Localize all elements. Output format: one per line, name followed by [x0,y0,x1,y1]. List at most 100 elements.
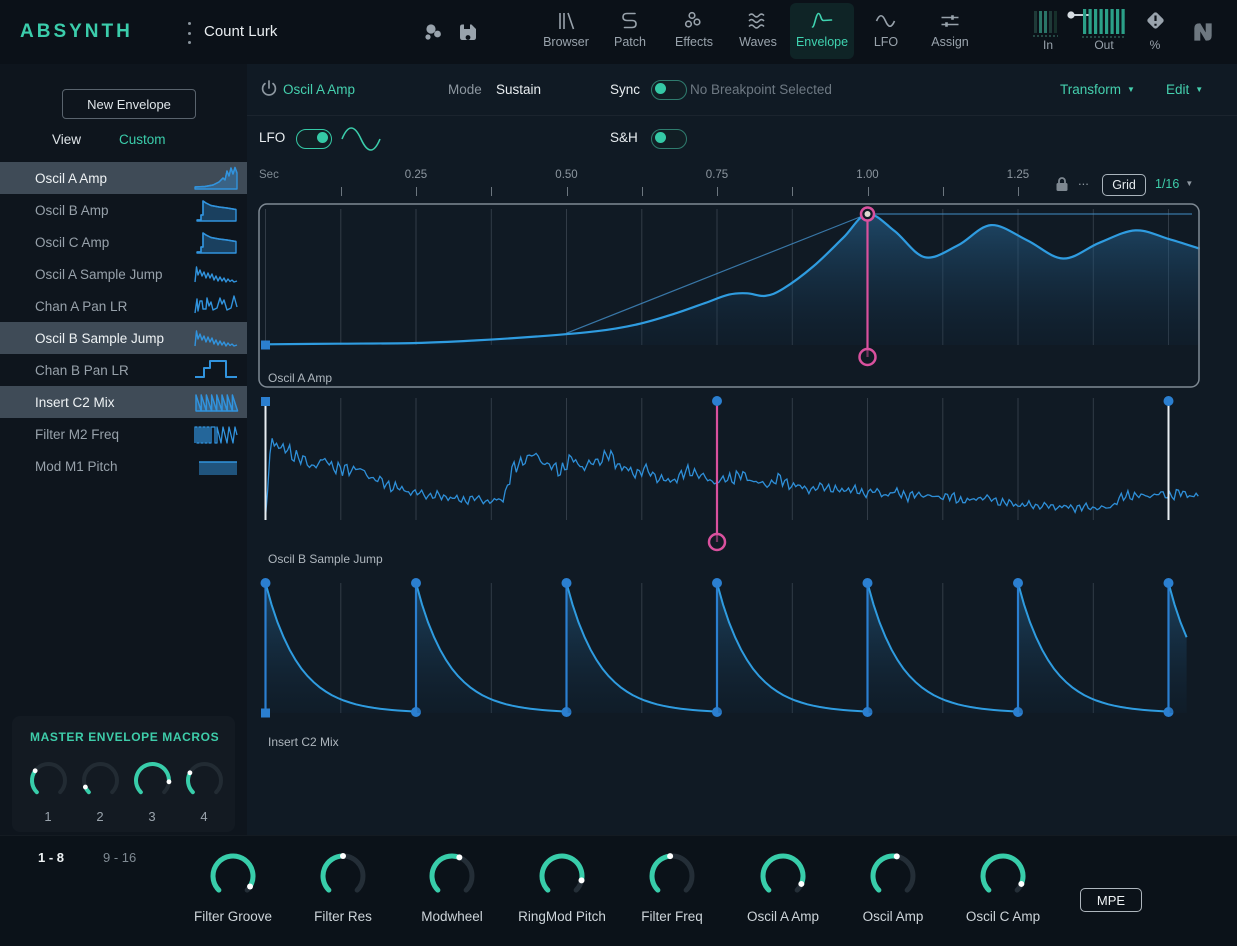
macro-knob-1[interactable]: 1 [25,758,71,824]
perf-knob-filter-res[interactable]: Filter Res [288,850,398,924]
breakpoint-square[interactable] [261,709,270,718]
breakpoint-dot[interactable] [1013,578,1023,588]
ruler-time-label: 1.00 [856,169,878,181]
sidebar-tab-view[interactable]: View [52,132,81,147]
lfo-sh-row: LFO S&H [247,116,1237,162]
patch-name[interactable]: Count Lurk [204,23,277,40]
tab-envelope[interactable]: Envelope [790,3,854,59]
breakpoint-dot[interactable] [562,578,572,588]
envelope-editor-panel: Oscil A Amp Mode Sustain Sync No Breakpo… [247,64,1237,835]
ni-logo [1188,19,1218,45]
perf-knob-filter-freq[interactable]: Filter Freq [617,850,727,924]
tab-patch[interactable]: Patch [598,3,662,59]
perf-knob-ringmod-pitch[interactable]: RingMod Pitch [507,850,617,924]
transform-dropdown[interactable]: Transform▼ [1060,82,1135,97]
sidebar-tab-custom[interactable]: Custom [119,132,166,147]
perf-knob-oscil-a-amp[interactable]: Oscil A Amp [728,850,838,924]
envelope-lane-oscil-b-sample-jump[interactable]: Oscil B Sample Jump [258,392,1200,570]
list-item[interactable]: Chan B Pan LR [0,354,247,386]
macro-knob-label: 3 [129,809,175,824]
breakpoint-dot[interactable] [261,578,271,588]
cpu-warning-icon[interactable] [1142,7,1169,34]
perf-knob-oscil-c-amp[interactable]: Oscil C Amp [948,850,1058,924]
selected-breakpoint-handle[interactable] [709,534,725,550]
breakpoint-square[interactable] [261,341,270,350]
tab-effects[interactable]: Effects [662,3,726,59]
selected-breakpoint-handle[interactable] [860,349,876,365]
macro-bottom-bar: 1 - 8 9 - 16 Filter GrooveFilter ResModwh… [0,835,1237,946]
list-item[interactable]: Oscil A Sample Jump [0,258,247,290]
lfo-sine-icon[interactable] [339,123,385,155]
macro-knob-label: 4 [181,809,227,824]
envelope-name[interactable]: Oscil A Amp [283,82,355,97]
sample-hold-toggle[interactable] [651,129,687,149]
knob-dial [757,850,809,902]
breakpoint-square[interactable] [261,397,270,406]
tab-browser[interactable]: Browser [534,3,598,59]
list-item[interactable]: Oscil B Amp [0,194,247,226]
envelope-item-label: Oscil B Sample Jump [35,331,193,346]
page-tab-1[interactable]: 1 - 8 [38,850,64,865]
knob-dial [536,850,588,902]
ruler-tick [416,187,417,196]
tab-label: Effects [675,35,713,49]
lfo-toggle-knob [317,132,328,143]
breakpoint-dot[interactable] [863,578,873,588]
sync-label: Sync [610,82,640,97]
time-ruler[interactable]: Sec ... Grid 1/16▼ 0.250.500.751.001.25 [247,165,1237,201]
envelope-thumbnail [193,229,239,255]
cpu-percent-label: % [1135,38,1175,52]
save-icon[interactable] [455,19,481,45]
sync-toggle[interactable] [651,80,687,100]
tab-assign[interactable]: Assign [918,3,982,59]
patch-menu-icon[interactable] [186,22,192,44]
mode-value[interactable]: Sustain [496,82,541,97]
list-item[interactable]: Filter M2 Freq [0,418,247,450]
breakpoint-dot[interactable] [712,396,722,406]
macro-knob-4[interactable]: 4 [181,758,227,824]
envelope-lane-oscil-a-amp[interactable]: Oscil A Amp [258,203,1200,388]
list-item[interactable]: Insert C2 Mix [0,386,247,418]
envelope-item-label: Oscil B Amp [35,203,193,218]
lfo-toggle[interactable] [296,129,332,149]
macro-knob-2[interactable]: 2 [77,758,123,824]
power-icon[interactable] [259,78,279,98]
absynth-window: ABSYNTH Count Lurk BrowserPatchEffectsWa… [0,0,1237,946]
list-item[interactable]: Oscil B Sample Jump [0,322,247,354]
knob-dial [317,850,369,902]
mpe-button[interactable]: MPE [1080,888,1142,912]
share-icon[interactable] [420,19,446,45]
tab-lfo[interactable]: LFO [854,3,918,59]
edit-dropdown[interactable]: Edit▼ [1166,82,1203,97]
main-nav: Browser Patch Effects WavesEnvelopeLFOAssig… [534,3,982,61]
perf-knob-label: Oscil Amp [838,909,948,924]
perf-knob-label: Modwheel [397,909,507,924]
breakpoint-dot[interactable] [1164,578,1174,588]
tab-waves[interactable]: Waves [726,3,790,59]
effects-icon [682,9,706,33]
breakpoint-dot[interactable] [411,578,421,588]
perf-knob-filter-groove[interactable]: Filter Groove [178,850,288,924]
list-item[interactable]: Oscil C Amp [0,226,247,258]
perf-knob-oscil-amp[interactable]: Oscil Amp [838,850,948,924]
envelope-lane-insert-c2-mix[interactable]: Insert C2 Mix [258,575,1200,770]
macro-knob-3[interactable]: 3 [129,758,175,824]
macros-title: MASTER ENVELOPE MACROS [30,730,219,744]
ruler-more-menu[interactable]: ... [1078,173,1089,188]
perf-knob-modwheel[interactable]: Modwheel [397,850,507,924]
grid-button[interactable]: Grid [1102,174,1146,196]
breakpoint-dot[interactable] [712,578,722,588]
list-item[interactable]: Oscil A Amp [0,162,247,194]
envelope-item-label: Chan B Pan LR [35,363,193,378]
tab-label: Browser [543,35,589,49]
breakpoint-dot[interactable] [1164,396,1174,406]
grid-division-dropdown[interactable]: 1/16▼ [1155,177,1193,191]
output-meter-label: Out [1084,38,1124,52]
list-item[interactable]: Chan A Pan LR [0,290,247,322]
new-envelope-button[interactable]: New Envelope [62,89,196,119]
page-tab-2[interactable]: 9 - 16 [103,850,136,865]
lock-icon[interactable] [1053,175,1071,193]
ruler-tick [491,187,492,196]
ruler-tick [792,187,793,196]
list-item[interactable]: Mod M1 Pitch [0,450,247,482]
